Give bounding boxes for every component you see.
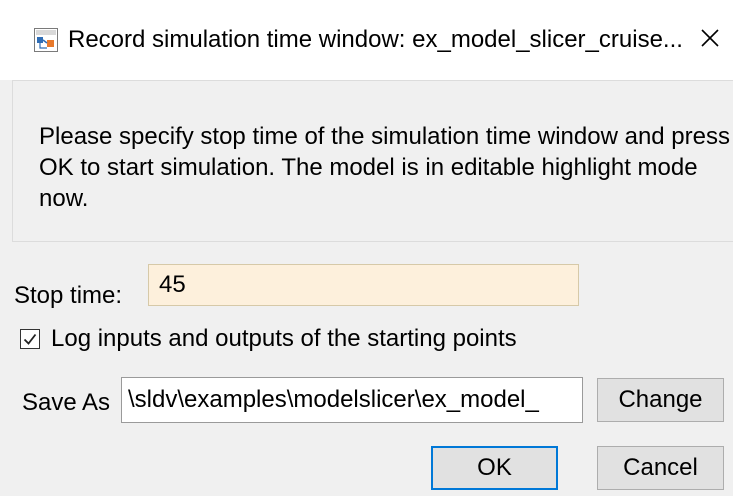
save-as-label: Save As: [22, 389, 111, 416]
dialog-window: Record simulation time window: ex_model_…: [0, 0, 733, 496]
change-button[interactable]: Change: [597, 378, 724, 422]
stop-time-label: Stop time:: [14, 282, 123, 309]
message-panel: Please specify stop time of the simulati…: [12, 80, 733, 242]
instruction-message: Please specify stop time of the simulati…: [39, 123, 730, 212]
log-io-label: Log inputs and outputs of the starting p…: [51, 325, 517, 352]
title-bar[interactable]: Record simulation time window: ex_model_…: [0, 0, 733, 80]
dialog-body: Please specify stop time of the simulati…: [0, 80, 733, 496]
save-as-path-input[interactable]: [121, 377, 583, 423]
window-title: Record simulation time window: ex_model_…: [68, 26, 683, 53]
cancel-button[interactable]: Cancel: [597, 446, 724, 490]
close-button[interactable]: [690, 20, 730, 60]
log-io-checkbox[interactable]: [20, 329, 40, 349]
close-icon: [700, 28, 720, 53]
stop-time-input[interactable]: [148, 264, 579, 306]
log-io-checkbox-row[interactable]: Log inputs and outputs of the starting p…: [20, 324, 517, 354]
checkmark-icon: [23, 333, 37, 345]
ok-button[interactable]: OK: [431, 446, 558, 490]
simulink-model-icon: [34, 28, 58, 52]
